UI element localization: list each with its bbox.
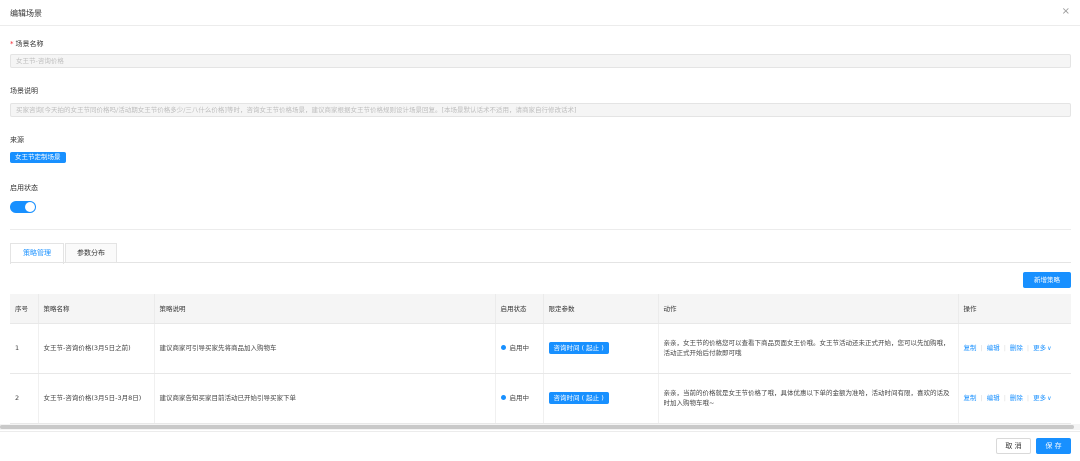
tab-strategy[interactable]: 策略管理 (10, 243, 64, 264)
delete-link[interactable]: 删除 (1010, 344, 1023, 352)
status-dot-icon (500, 395, 506, 401)
scene-name-input[interactable]: 女王节-咨询价格 (10, 54, 1071, 68)
col-desc: 策略说明 (154, 294, 496, 324)
enable-status-label: 启用状态 (10, 184, 38, 192)
row-index: 1 (10, 323, 39, 374)
add-strategy-button[interactable]: 新增策略 (1023, 272, 1071, 288)
scene-desc-label: 场景说明 (10, 87, 38, 95)
scrollbar-thumb[interactable] (0, 425, 1074, 429)
dialog-footer (0, 431, 1080, 461)
save-button[interactable]: 保 存 (1036, 438, 1071, 454)
tab-underline (10, 262, 1071, 263)
edit-link[interactable]: 编辑 (987, 394, 1000, 402)
chevron-down-icon: ∨ (1047, 344, 1052, 352)
strategy-table: 序号 策略名称 策略说明 启用状态 限定参数 动作 操作 1 女王节-咨询价格(… (10, 294, 1071, 424)
row-action: 亲亲，当前的价格就是女王节价格了哦，具体优惠以下单的金额为准哈，活动时间有限，喜… (658, 373, 959, 424)
copy-link[interactable]: 复制 (964, 394, 977, 402)
table-header-row: 序号 策略名称 策略说明 启用状态 限定参数 动作 操作 (10, 294, 1071, 324)
table-row: 1 女王节-咨询价格(3月5日之前) 建议商家可引导买家先将商品加入购物车 启用… (10, 323, 1071, 374)
horizontal-scrollbar[interactable] (0, 424, 1080, 430)
table-row: 2 女王节-咨询价格(3月5日-3月8日) 建议商家告知买家目前活动已开始引导买… (10, 373, 1071, 424)
param-tag[interactable]: 咨询时间 ( 起止 ) (548, 392, 609, 404)
enable-toggle[interactable] (10, 201, 36, 213)
row-ops: 复制 | 编辑 | 删除 | 更多∨ (958, 373, 1071, 424)
dialog-header: 编辑场景 × (0, 0, 1080, 26)
col-status: 启用状态 (495, 294, 544, 324)
section-divider (10, 229, 1071, 230)
dialog-title: 编辑场景 (10, 9, 42, 18)
more-link[interactable]: 更多∨ (1033, 344, 1051, 352)
row-status: 启用中 (495, 373, 544, 424)
delete-link[interactable]: 删除 (1010, 394, 1023, 402)
chevron-down-icon: ∨ (1047, 394, 1052, 402)
col-param: 限定参数 (543, 294, 659, 324)
scene-name-label: * 场景名称 (10, 40, 44, 48)
row-param: 咨询时间 ( 起止 ) (543, 373, 659, 424)
source-label: 来源 (10, 136, 24, 144)
row-name: 女王节-咨询价格(3月5日之前) (38, 323, 155, 374)
row-action: 亲亲，女王节的价格您可以查看下商品页面女王价哦。女王节活动还未正式开始，您可以先… (658, 323, 959, 374)
required-mark: * (10, 40, 14, 48)
row-ops: 复制 | 编辑 | 删除 | 更多∨ (958, 323, 1071, 374)
row-desc: 建议商家告知买家目前活动已开始引导买家下单 (154, 373, 496, 424)
col-ops: 操作 (958, 294, 1071, 324)
row-status: 启用中 (495, 323, 544, 374)
param-tag[interactable]: 咨询时间 ( 起止 ) (548, 342, 609, 354)
status-dot-icon (500, 345, 506, 351)
scene-desc-input[interactable]: 买家咨询[今天拍的女王节同价格吗/活动期女王节价格多少/三八什么价格]等时，咨询… (10, 103, 1071, 117)
tab-params[interactable]: 参数分布 (65, 243, 117, 263)
col-index: 序号 (10, 294, 39, 324)
row-name: 女王节-咨询价格(3月5日-3月8日) (38, 373, 155, 424)
cancel-button[interactable]: 取 消 (996, 438, 1031, 454)
source-tag: 女王节定制场景 (10, 152, 66, 163)
close-icon[interactable]: × (1062, 6, 1070, 17)
edit-link[interactable]: 编辑 (987, 344, 1000, 352)
more-link[interactable]: 更多∨ (1033, 394, 1051, 402)
copy-link[interactable]: 复制 (964, 344, 977, 352)
row-index: 2 (10, 373, 39, 424)
col-name: 策略名称 (38, 294, 155, 324)
row-desc: 建议商家可引导买家先将商品加入购物车 (154, 323, 496, 374)
row-param: 咨询时间 ( 起止 ) (543, 323, 659, 374)
col-action: 动作 (658, 294, 959, 324)
toggle-knob (25, 202, 35, 212)
